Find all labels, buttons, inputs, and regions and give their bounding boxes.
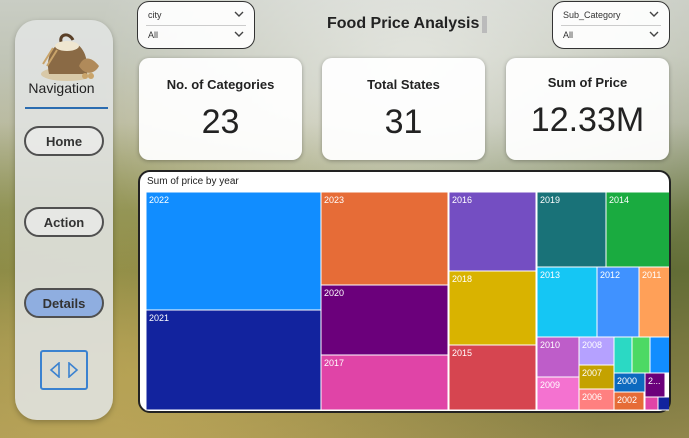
treemap-label: 2006 — [582, 392, 602, 402]
page-title: Food Price Analysis — [327, 15, 480, 32]
navigation-title: Navigation — [28, 80, 95, 96]
home-button[interactable]: Home — [24, 126, 104, 156]
treemap-label: 2012 — [600, 270, 620, 280]
states-card-value: 31 — [384, 103, 423, 141]
treemap-label: 2013 — [540, 270, 560, 280]
treemap-label: 2018 — [452, 274, 472, 284]
chevron-down-icon[interactable] — [649, 9, 659, 19]
chevron-down-icon[interactable] — [649, 29, 659, 39]
navigation-underline — [25, 107, 108, 109]
treemap-label: 2009 — [540, 380, 560, 390]
treemap-label: 2015 — [452, 348, 472, 358]
grain-sack-icon — [41, 33, 99, 81]
treemap-cell-unlabeled-23[interactable] — [649, 336, 669, 374]
slicer-divider — [561, 25, 661, 26]
treemap-label: 2019 — [540, 195, 560, 205]
city-slicer-value[interactable]: All — [148, 30, 158, 40]
treemap-label: 2002 — [617, 395, 637, 405]
treemap-label: 2021 — [149, 313, 169, 323]
treemap-label: 2007 — [582, 368, 602, 378]
treemap-label: 2000 — [617, 376, 637, 386]
treemap-cell-2021[interactable] — [145, 309, 322, 411]
treemap-label: 2010 — [540, 340, 560, 350]
sub-category-slicer[interactable]: Sub_Category All — [552, 1, 670, 49]
slicer-divider — [146, 25, 246, 26]
categories-card-value: 23 — [201, 103, 240, 141]
city-slicer-label: city — [148, 10, 162, 20]
treemap-label: 2014 — [609, 195, 629, 205]
treemap-cell-unlabeled-25[interactable] — [657, 396, 669, 411]
categories-card: No. of Categories 23 — [139, 58, 302, 160]
treemap-cell-2023[interactable] — [320, 191, 449, 286]
title-marker — [482, 16, 487, 33]
treemap-label: 2017 — [324, 358, 344, 368]
sub-category-slicer-label: Sub_Category — [563, 10, 621, 20]
treemap-cell-2022[interactable] — [145, 191, 322, 311]
treemap-label: 2008 — [582, 340, 602, 350]
prev-next-arrows-icon[interactable] — [40, 350, 88, 390]
price-card-value: 12.33M — [530, 101, 645, 139]
treemap-chart: 2022 2021 2023 2020 2017 2016 2018 2015 2019 2014… — [145, 191, 669, 411]
treemap-label: 2023 — [324, 195, 344, 205]
treemap-label: 2... — [648, 376, 661, 386]
treemap-cell-unlabeled-24[interactable] — [644, 396, 659, 411]
treemap-chart-panel: Sum of price by year 2022 2021 2023 2020 201… — [138, 170, 671, 413]
price-card-title: Sum of Price — [547, 75, 628, 90]
treemap-label: 2016 — [452, 195, 472, 205]
states-card-title: Total States — [367, 77, 440, 92]
states-card: Total States 31 — [322, 58, 485, 160]
treemap-cell-unlabeled-21[interactable] — [613, 336, 633, 374]
price-card: Sum of Price 12.33M — [506, 58, 669, 160]
details-button[interactable]: Details — [24, 288, 104, 318]
action-button[interactable]: Action — [24, 207, 104, 237]
treemap-label: 2020 — [324, 288, 344, 298]
arrow-left-icon[interactable] — [49, 362, 61, 378]
chevron-down-icon[interactable] — [234, 9, 244, 19]
arrow-right-icon[interactable] — [67, 362, 79, 378]
chevron-down-icon[interactable] — [234, 29, 244, 39]
treemap-cell-unlabeled-22[interactable] — [631, 336, 651, 374]
navigation-panel: Navigation Home Action Details — [15, 20, 113, 420]
city-slicer[interactable]: city All — [137, 1, 255, 49]
treemap-label: 2011 — [642, 270, 661, 280]
sub-category-slicer-value[interactable]: All — [563, 30, 573, 40]
treemap-label: 2022 — [149, 195, 169, 205]
categories-card-title: No. of Categories — [166, 77, 275, 92]
